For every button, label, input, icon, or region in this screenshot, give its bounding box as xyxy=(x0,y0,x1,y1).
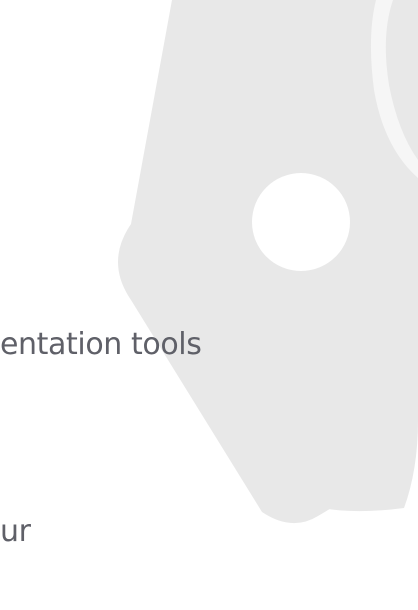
logo-inner-circle xyxy=(252,173,350,271)
feature-text-line: entation tools xyxy=(0,327,202,362)
logo-watermark-icon xyxy=(118,0,418,524)
feature-text-line: ur xyxy=(0,514,31,549)
